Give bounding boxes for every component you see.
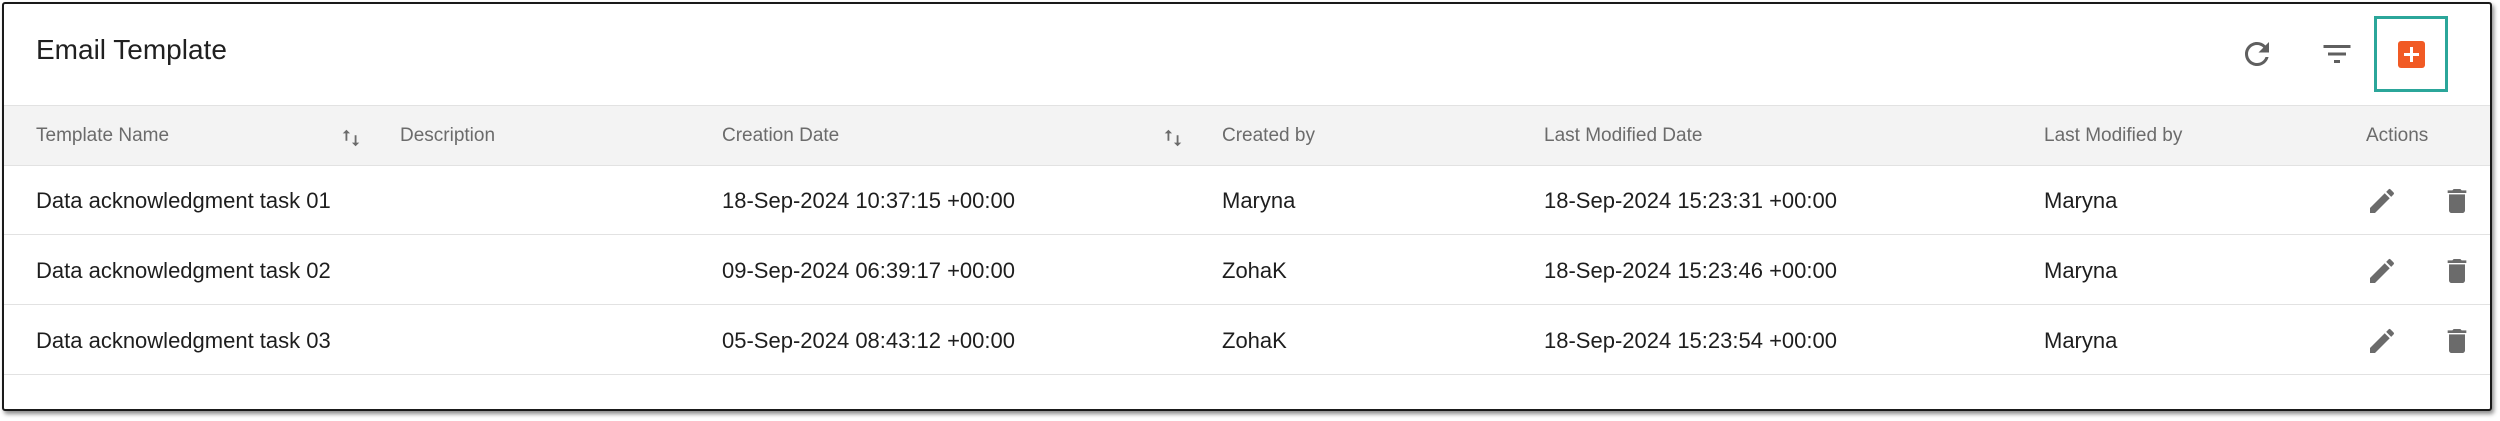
- column-header-creation-date[interactable]: Creation Date: [722, 125, 839, 147]
- column-header-actions: Actions: [2366, 125, 2429, 146]
- email-template-panel: Email Template Template Name Description…: [2, 2, 2492, 411]
- cell-template-name: Data acknowledgment task 01: [36, 188, 331, 213]
- column-header-description: Description: [400, 125, 496, 146]
- trash-icon[interactable]: [2441, 325, 2473, 357]
- add-template-button[interactable]: [2374, 16, 2448, 92]
- pencil-icon[interactable]: [2366, 325, 2398, 357]
- cell-last-modified-date: 18-Sep-2024 15:23:31 +00:00: [1544, 188, 1837, 213]
- cell-created-by: ZohaK: [1222, 328, 1287, 353]
- sort-icon[interactable]: [340, 127, 362, 149]
- cell-created-by: ZohaK: [1222, 258, 1287, 283]
- table-header: Template Name Description Creation Date …: [4, 105, 2490, 166]
- table-row[interactable]: Data acknowledgment task 02 09-Sep-2024 …: [4, 235, 2490, 305]
- cell-last-modified-by: Maryna: [2044, 328, 2118, 353]
- page-title: Email Template: [36, 34, 227, 65]
- cell-last-modified-by: Maryna: [2044, 188, 2118, 213]
- trash-icon[interactable]: [2441, 255, 2473, 287]
- column-header-last-modified-by: Last Modified by: [2044, 125, 2183, 146]
- cell-creation-date: 09-Sep-2024 06:39:17 +00:00: [722, 258, 1015, 283]
- trash-icon[interactable]: [2441, 185, 2473, 217]
- column-header-created-by: Created by: [1222, 125, 1315, 146]
- table-row[interactable]: Data acknowledgment task 01 18-Sep-2024 …: [4, 165, 2490, 235]
- refresh-icon[interactable]: [2239, 36, 2275, 72]
- cell-last-modified-by: Maryna: [2044, 258, 2118, 283]
- cell-last-modified-date: 18-Sep-2024 15:23:46 +00:00: [1544, 258, 1837, 283]
- cell-creation-date: 05-Sep-2024 08:43:12 +00:00: [722, 328, 1015, 353]
- column-header-template-name[interactable]: Template Name: [36, 125, 169, 147]
- sort-icon[interactable]: [1162, 127, 1184, 149]
- column-header-last-modified-date: Last Modified Date: [1544, 125, 1703, 146]
- cell-template-name: Data acknowledgment task 02: [36, 258, 331, 283]
- plus-icon: [2398, 41, 2425, 68]
- panel-header: Email Template: [4, 4, 2490, 105]
- table-row[interactable]: Data acknowledgment task 03 05-Sep-2024 …: [4, 305, 2490, 375]
- cell-template-name: Data acknowledgment task 03: [36, 328, 331, 353]
- cell-creation-date: 18-Sep-2024 10:37:15 +00:00: [722, 188, 1015, 213]
- cell-last-modified-date: 18-Sep-2024 15:23:54 +00:00: [1544, 328, 1837, 353]
- pencil-icon[interactable]: [2366, 185, 2398, 217]
- cell-created-by: Maryna: [1222, 188, 1296, 213]
- pencil-icon[interactable]: [2366, 255, 2398, 287]
- filter-icon[interactable]: [2319, 36, 2355, 72]
